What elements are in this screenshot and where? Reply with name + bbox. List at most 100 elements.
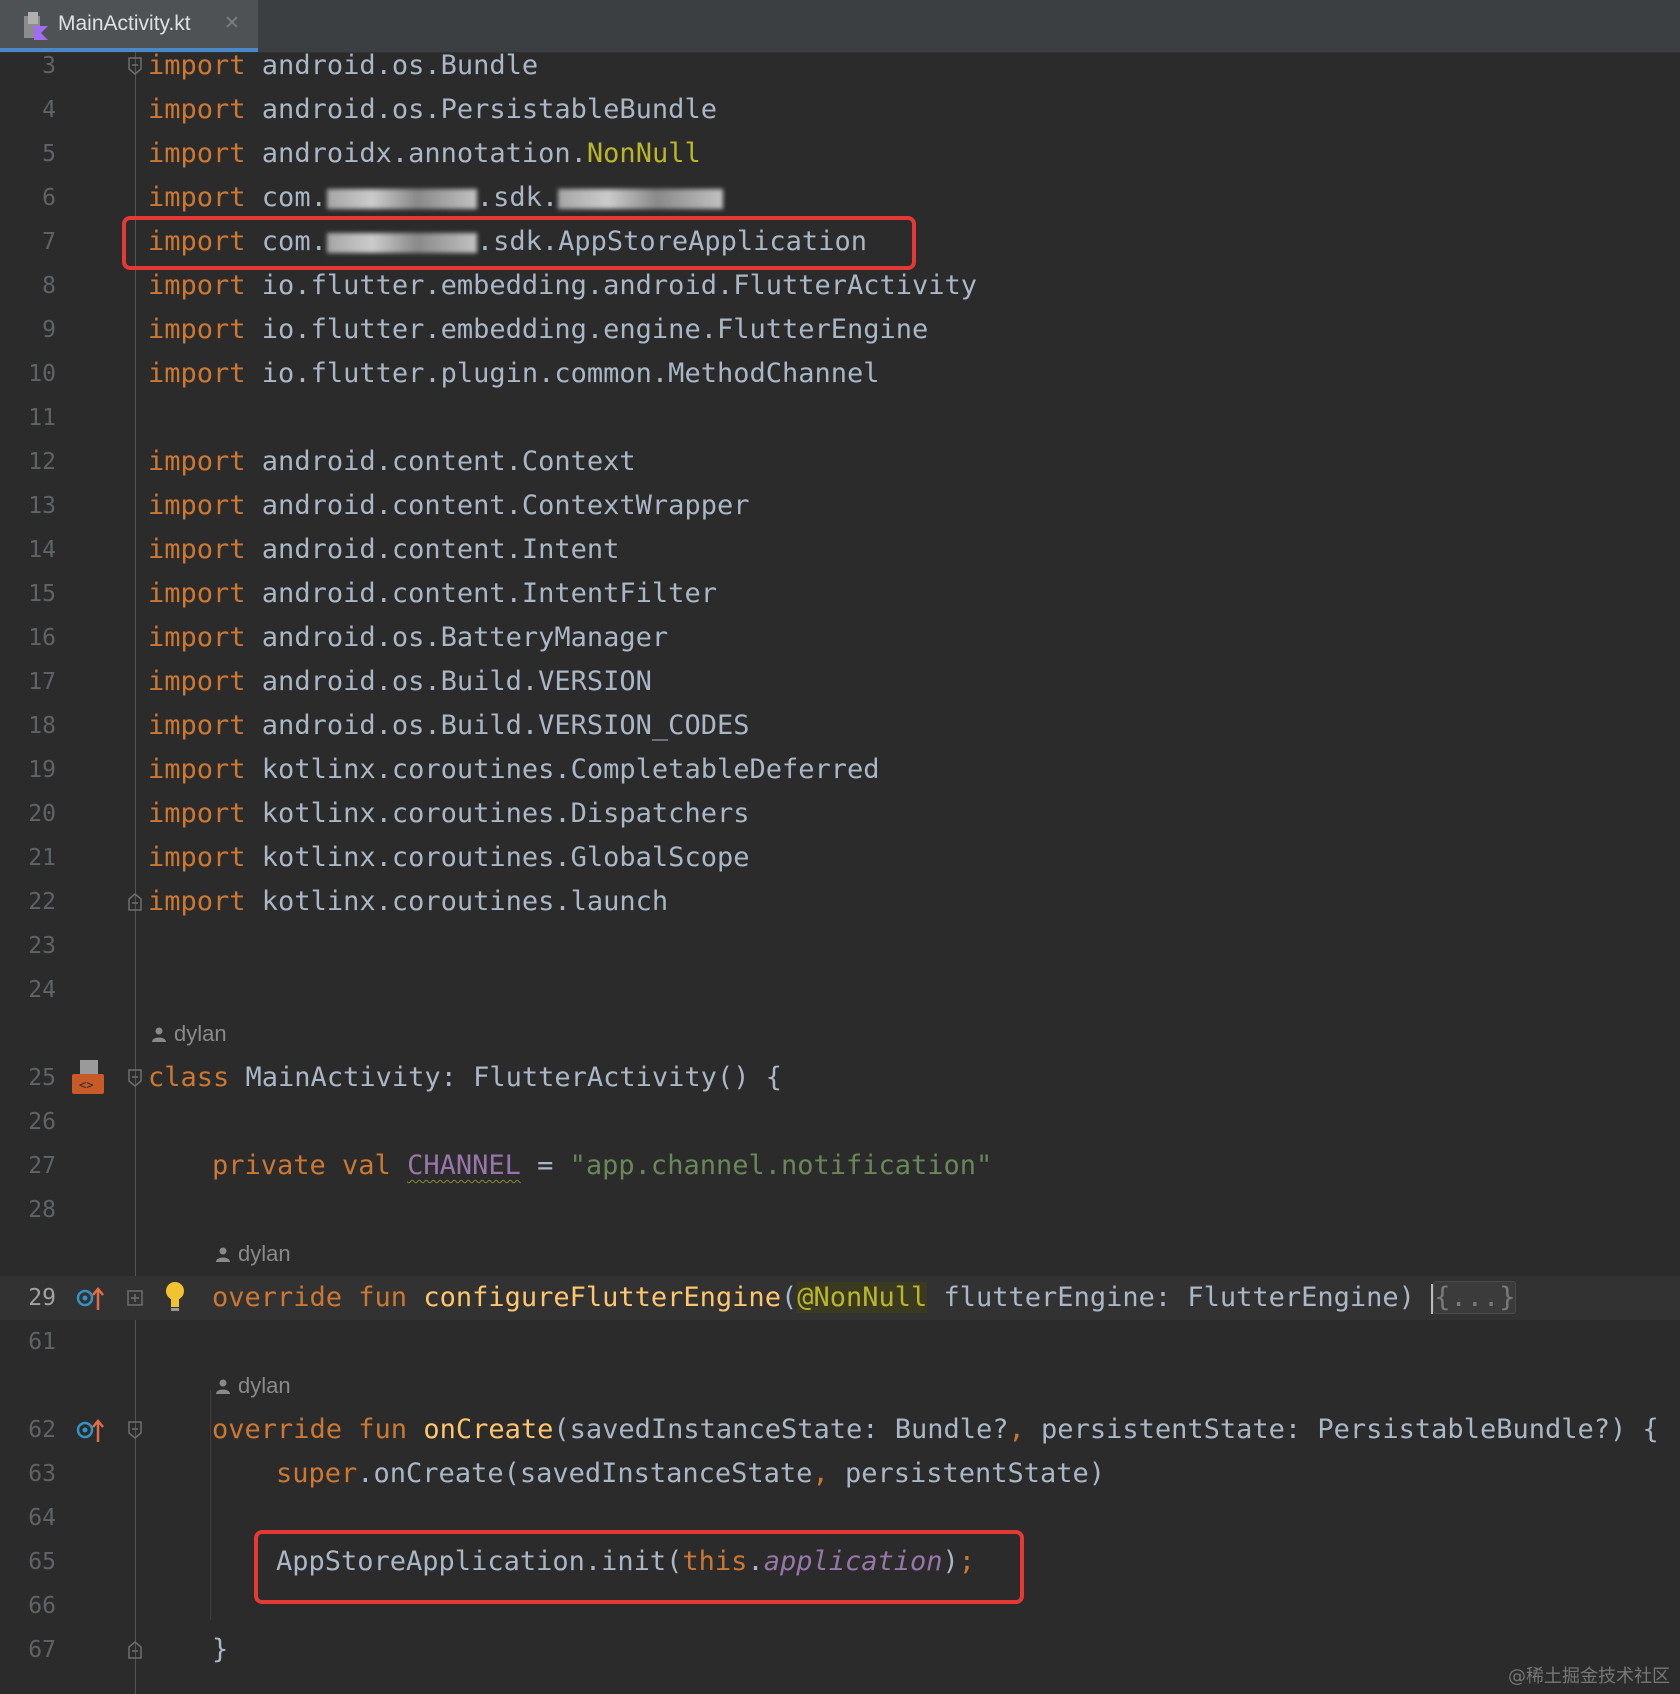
code-line-18[interactable]: 18 import android.os.Build.VERSION_CODES: [0, 704, 1680, 748]
code-line-29[interactable]: 29 override fun configureFlutterEngine(@…: [0, 1276, 1680, 1320]
person-icon: [216, 1247, 230, 1262]
redacted-block: [326, 188, 477, 209]
code-line-8[interactable]: 8 import io.flutter.embedding.android.Fl…: [0, 264, 1680, 308]
code-text: import kotlinx.coroutines.Dispatchers: [148, 798, 750, 829]
code-text: import android.content.ContextWrapper: [148, 490, 750, 521]
code-line-15[interactable]: 15 import android.content.IntentFilter: [0, 572, 1680, 616]
author-hint[interactable]: dylan: [150, 1012, 227, 1056]
code-text: import io.flutter.plugin.common.MethodCh…: [148, 358, 880, 389]
code-line-22[interactable]: 22 import kotlinx.coroutines.launch: [0, 880, 1680, 924]
line-number: 22: [28, 889, 56, 915]
line-number: 20: [28, 801, 56, 827]
fold-start-icon[interactable]: [126, 55, 144, 77]
line-number: 10: [28, 361, 56, 387]
code-text: import io.flutter.embedding.android.Flut…: [148, 270, 978, 301]
line-number: 62: [28, 1417, 56, 1443]
line-number: 6: [42, 185, 56, 211]
code-line-4[interactable]: 4 import android.os.PersistableBundle: [0, 88, 1680, 132]
code-line-24[interactable]: 24: [0, 968, 1680, 1012]
code-line-67[interactable]: 67 }: [0, 1628, 1680, 1672]
code-text: import android.os.BatteryManager: [148, 622, 669, 653]
line-number: 5: [42, 141, 56, 167]
code-line-21[interactable]: 21 import kotlinx.coroutines.GlobalScope: [0, 836, 1680, 880]
code-line-11[interactable]: 11: [0, 396, 1680, 440]
fold-end-icon[interactable]: [126, 891, 144, 913]
author-name: dylan: [174, 1021, 227, 1046]
code-line-16[interactable]: 16 import android.os.BatteryManager: [0, 616, 1680, 660]
person-icon: [152, 1027, 166, 1042]
line-number: 26: [28, 1109, 56, 1135]
line-number: 27: [28, 1153, 56, 1179]
redacted-block: [558, 188, 724, 209]
code-text: import android.content.Intent: [148, 534, 620, 565]
code-line-17[interactable]: 17 import android.os.Build.VERSION: [0, 660, 1680, 704]
code-line-20[interactable]: 20 import kotlinx.coroutines.Dispatchers: [0, 792, 1680, 836]
lightbulb-icon[interactable]: [164, 1280, 186, 1312]
code-text: class MainActivity: FlutterActivity() {: [148, 1062, 782, 1093]
code-text: import com. .sdk.: [148, 176, 724, 220]
code-line-3[interactable]: 3 import android.os.Bundle: [0, 44, 1680, 88]
line-number: 9: [42, 317, 56, 343]
line-number: 64: [28, 1505, 56, 1531]
line-number: 16: [28, 625, 56, 651]
line-number: 18: [28, 713, 56, 739]
fold-start-icon[interactable]: [126, 1067, 144, 1089]
code-line-10[interactable]: 10 import io.flutter.plugin.common.Metho…: [0, 352, 1680, 396]
line-number: 4: [42, 97, 56, 123]
kotlin-file-icon: [24, 12, 48, 40]
line-number: 67: [28, 1637, 56, 1663]
line-number: 12: [28, 449, 56, 475]
author-hint[interactable]: dylan: [214, 1364, 291, 1408]
code-line-6[interactable]: 6 import com. .sdk.: [0, 176, 1680, 220]
code-text: import android.os.Bundle: [148, 50, 539, 81]
code-line-61[interactable]: 61: [0, 1320, 1680, 1364]
code-line-63[interactable]: 63 super.onCreate(savedInstanceState, pe…: [0, 1452, 1680, 1496]
line-number: 28: [28, 1197, 56, 1223]
line-number: 17: [28, 669, 56, 695]
android-activity-icon[interactable]: <>: [70, 1058, 106, 1096]
override-method-icon[interactable]: [76, 1284, 106, 1312]
code-line-14[interactable]: 14 import android.content.Intent: [0, 528, 1680, 572]
code-text: override fun configureFlutterEngine(@Non…: [212, 1281, 1517, 1314]
code-line-26[interactable]: 26: [0, 1100, 1680, 1144]
code-text: import android.content.Context: [148, 446, 636, 477]
override-method-icon[interactable]: [76, 1416, 106, 1444]
code-line-27[interactable]: 27 private val CHANNEL = "app.channel.no…: [0, 1144, 1680, 1188]
fold-end-icon[interactable]: [126, 1639, 144, 1661]
author-hint[interactable]: dylan: [214, 1232, 291, 1276]
line-number: 65: [28, 1549, 56, 1575]
code-line-9[interactable]: 9 import io.flutter.embedding.engine.Flu…: [0, 308, 1680, 352]
line-number: 23: [28, 933, 56, 959]
code-line-28[interactable]: 28: [0, 1188, 1680, 1232]
code-line-62[interactable]: 62 override fun onCreate(savedInstanceSt…: [0, 1408, 1680, 1452]
code-line-12[interactable]: 12 import android.content.Context: [0, 440, 1680, 484]
line-number: 29: [28, 1285, 56, 1311]
code-text: }: [212, 1634, 229, 1665]
code-text: override fun onCreate(savedInstanceState…: [212, 1414, 1659, 1445]
code-text: private val CHANNEL = "app.channel.notif…: [212, 1150, 993, 1181]
code-text: import android.os.PersistableBundle: [148, 94, 717, 125]
person-icon: [216, 1379, 230, 1394]
code-text: import androidx.annotation.NonNull: [148, 138, 701, 169]
close-icon[interactable]: ✕: [224, 12, 240, 34]
tab-label: MainActivity.kt: [58, 12, 191, 35]
line-number: 11: [28, 405, 56, 431]
watermark: @稀土掘金技术社区: [1508, 1666, 1670, 1687]
code-line-5[interactable]: 5 import androidx.annotation.NonNull: [0, 132, 1680, 176]
code-line-19[interactable]: 19 import kotlinx.coroutines.Completable…: [0, 748, 1680, 792]
code-text: import kotlinx.coroutines.GlobalScope: [148, 842, 750, 873]
code-line-25[interactable]: 25 <> class MainActivity: FlutterActivit…: [0, 1056, 1680, 1100]
code-text: import io.flutter.embedding.engine.Flutt…: [148, 314, 929, 345]
line-number: 24: [28, 977, 56, 1003]
line-number: 66: [28, 1593, 56, 1619]
line-number: 3: [42, 53, 56, 79]
code-text: super.onCreate(savedInstanceState, persi…: [276, 1458, 1106, 1489]
folded-code-block[interactable]: {...}: [1433, 1281, 1517, 1314]
code-line-23[interactable]: 23: [0, 924, 1680, 968]
code-line-13[interactable]: 13 import android.content.ContextWrapper: [0, 484, 1680, 528]
highlight-box-init-call: [254, 1530, 1024, 1604]
fold-expand-icon[interactable]: [126, 1287, 144, 1309]
fold-start-icon[interactable]: [126, 1419, 144, 1441]
line-number: 19: [28, 757, 56, 783]
line-number: 21: [28, 845, 56, 871]
